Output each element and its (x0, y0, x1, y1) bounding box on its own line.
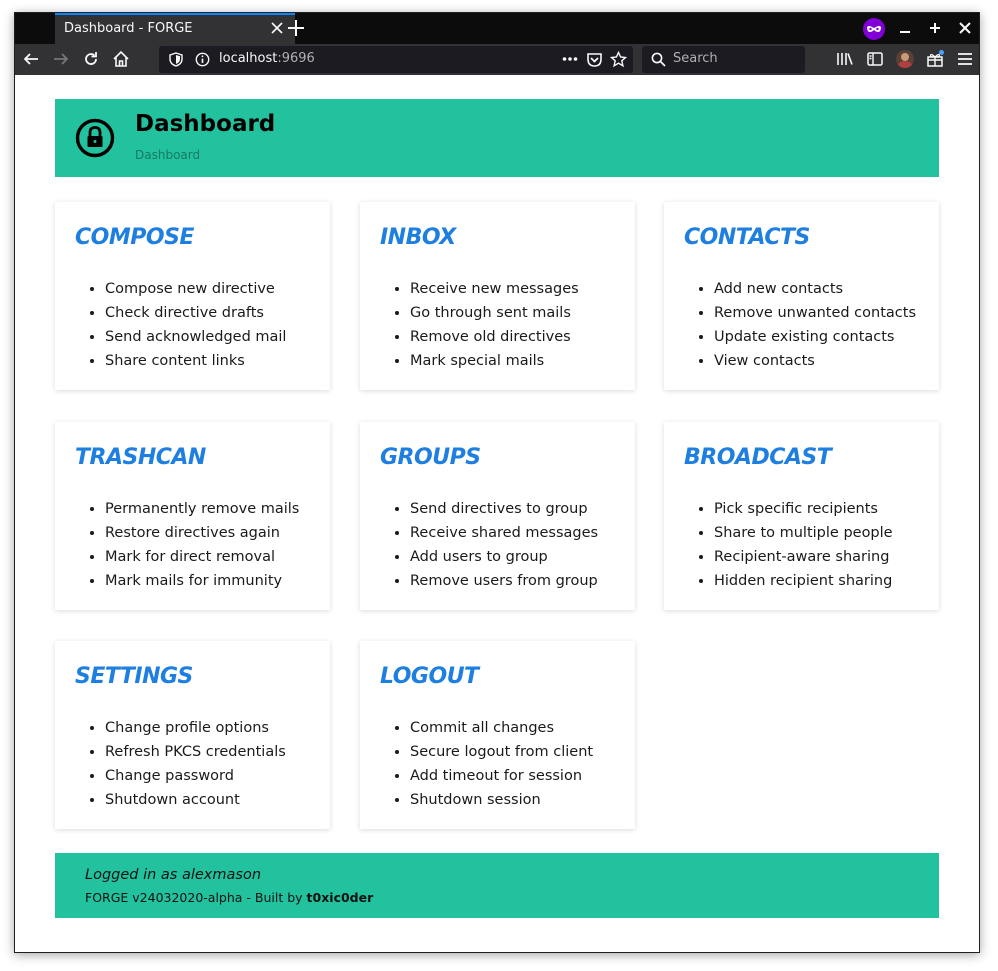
list-item: Commit all changes (410, 716, 593, 740)
list-item: Recipient-aware sharing (714, 545, 893, 569)
breadcrumb[interactable]: Dashboard (135, 148, 200, 162)
list-item: Share to multiple people (714, 521, 893, 545)
list-item: Receive shared messages (410, 521, 598, 545)
page-header: Dashboard Dashboard (55, 99, 939, 177)
card-feature-list: Commit all changes Secure logout from cl… (410, 716, 593, 812)
extensions-icon[interactable] (926, 50, 944, 68)
list-item: Shutdown account (105, 788, 286, 812)
home-icon[interactable] (112, 50, 130, 68)
close-window-icon[interactable] (958, 21, 972, 35)
url-port: :9696 (277, 51, 315, 66)
card-feature-list: Send directives to group Receive shared … (410, 497, 598, 593)
card-title[interactable]: COMPOSE (75, 225, 194, 250)
card-feature-list: Permanently remove mails Restore directi… (105, 497, 299, 593)
browser-window: Dashboard - FORGE localhost:9696 Search … (14, 12, 980, 953)
page-content: Dashboard Dashboard COMPOSE Compose new … (15, 75, 979, 952)
list-item: Update existing contacts (714, 325, 916, 349)
maximize-icon[interactable] (928, 21, 942, 35)
list-item: Send acknowledged mail (105, 325, 286, 349)
back-icon[interactable] (22, 50, 40, 68)
list-item: Mark for direct removal (105, 545, 299, 569)
page-actions-icon[interactable] (562, 56, 578, 62)
card-settings[interactable]: SETTINGS Change profile options Refresh … (55, 641, 330, 829)
forward-icon[interactable] (52, 50, 70, 68)
pocket-icon[interactable] (586, 51, 603, 68)
url-host: localhost (219, 51, 278, 66)
list-item: Receive new messages (410, 277, 579, 301)
list-item: Shutdown session (410, 788, 593, 812)
list-item: Add new contacts (714, 277, 916, 301)
shield-icon[interactable] (169, 52, 183, 67)
build-version: FORGE v24032020-alpha - Built by (85, 890, 307, 905)
list-item: Change profile options (105, 716, 286, 740)
list-item: Compose new directive (105, 277, 286, 301)
address-bar[interactable]: localhost:9696 (159, 46, 633, 73)
avatar-icon[interactable] (896, 50, 914, 68)
reload-icon[interactable] (82, 50, 100, 68)
list-item: Check directive drafts (105, 301, 286, 325)
search-icon (651, 52, 666, 67)
card-feature-list: Receive new messages Go through sent mai… (410, 277, 579, 373)
list-item: Remove old directives (410, 325, 579, 349)
private-browsing-icon (863, 18, 885, 40)
logged-in-status: Logged in as alexmason (85, 867, 262, 883)
list-item: Add timeout for session (410, 764, 593, 788)
card-title[interactable]: SETTINGS (75, 664, 193, 689)
search-placeholder: Search (673, 51, 718, 66)
card-title[interactable]: CONTACTS (684, 225, 810, 250)
card-groups[interactable]: GROUPS Send directives to group Receive … (360, 422, 635, 610)
list-item: Remove users from group (410, 569, 598, 593)
list-item: Restore directives again (105, 521, 299, 545)
list-item: Change password (105, 764, 286, 788)
list-item: Go through sent mails (410, 301, 579, 325)
sidebar-icon[interactable] (866, 50, 884, 68)
minimize-icon[interactable] (898, 21, 912, 35)
list-item: Share content links (105, 349, 286, 373)
page-footer: Logged in as alexmason FORGE v24032020-a… (55, 853, 939, 918)
card-trashcan[interactable]: TRASHCAN Permanently remove mails Restor… (55, 422, 330, 610)
list-item: Add users to group (410, 545, 598, 569)
card-logout[interactable]: LOGOUT Commit all changes Secure logout … (360, 641, 635, 829)
card-title[interactable]: LOGOUT (380, 664, 479, 689)
lock-icon (75, 118, 115, 158)
browser-tab[interactable]: Dashboard - FORGE (55, 13, 295, 44)
list-item: Remove unwanted contacts (714, 301, 916, 325)
close-tab-icon[interactable] (269, 20, 285, 36)
tab-strip: Dashboard - FORGE (15, 13, 979, 44)
library-icon[interactable] (836, 50, 854, 68)
info-icon[interactable] (195, 52, 210, 67)
card-compose[interactable]: COMPOSE Compose new directive Check dire… (55, 202, 330, 390)
card-title[interactable]: INBOX (380, 225, 456, 250)
list-item: Send directives to group (410, 497, 598, 521)
page-title: Dashboard (135, 111, 276, 137)
card-inbox[interactable]: INBOX Receive new messages Go through se… (360, 202, 635, 390)
list-item: Mark mails for immunity (105, 569, 299, 593)
card-title[interactable]: TRASHCAN (75, 445, 206, 470)
card-feature-list: Add new contacts Remove unwanted contact… (714, 277, 916, 373)
card-broadcast[interactable]: BROADCAST Pick specific recipients Share… (664, 422, 939, 610)
search-bar[interactable]: Search (642, 46, 805, 73)
card-feature-list: Compose new directive Check directive dr… (105, 277, 286, 373)
card-contacts[interactable]: CONTACTS Add new contacts Remove unwante… (664, 202, 939, 390)
url-text[interactable]: localhost:9696 (219, 51, 315, 66)
list-item: Mark special mails (410, 349, 579, 373)
card-title[interactable]: BROADCAST (684, 445, 832, 470)
new-tab-icon[interactable] (286, 18, 306, 38)
card-feature-list: Change profile options Refresh PKCS cred… (105, 716, 286, 812)
list-item: View contacts (714, 349, 916, 373)
list-item: Permanently remove mails (105, 497, 299, 521)
build-info: FORGE v24032020-alpha - Built by t0xic0d… (85, 890, 373, 905)
list-item: Hidden recipient sharing (714, 569, 893, 593)
list-item: Secure logout from client (410, 740, 593, 764)
list-item: Pick specific recipients (714, 497, 893, 521)
menu-icon[interactable] (956, 50, 974, 68)
tab-title: Dashboard - FORGE (64, 21, 193, 36)
author-link[interactable]: t0xic0der (307, 890, 374, 905)
card-title[interactable]: GROUPS (380, 445, 481, 470)
navigation-bar: localhost:9696 Search (15, 44, 979, 75)
list-item: Refresh PKCS credentials (105, 740, 286, 764)
bookmark-star-icon[interactable] (610, 51, 627, 68)
card-feature-list: Pick specific recipients Share to multip… (714, 497, 893, 593)
